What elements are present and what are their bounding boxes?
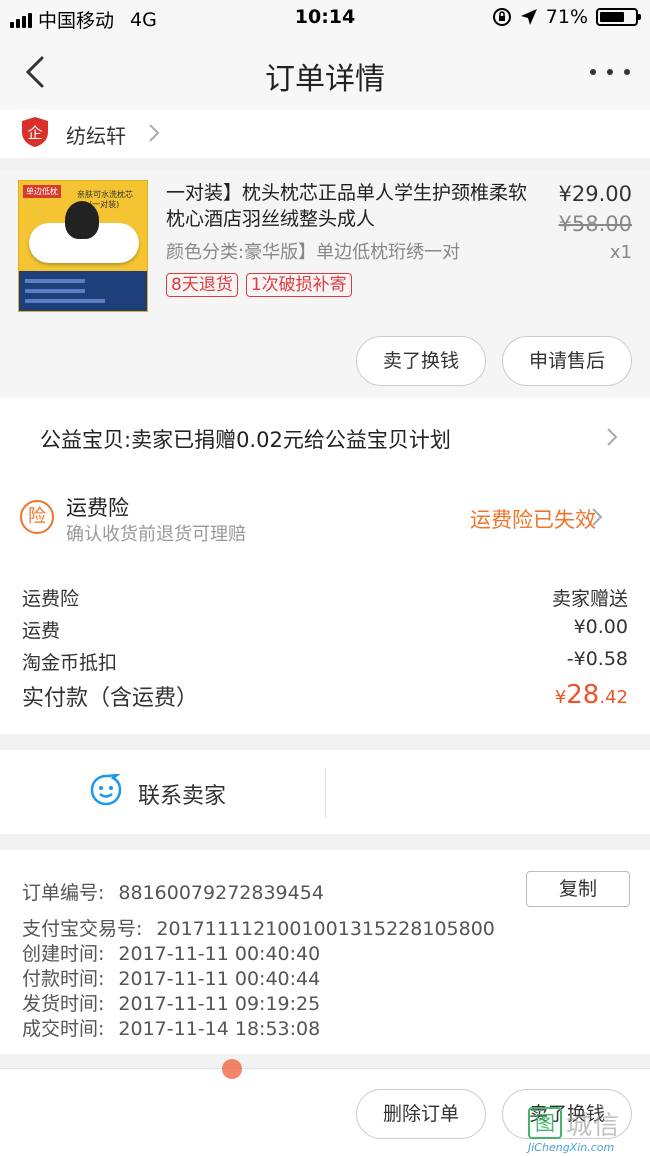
created-line: 创建时间: 2017-11-11 00:40:40 [22, 939, 320, 966]
location-icon [520, 9, 537, 25]
product-title[interactable]: 一对装】枕头枕芯正品单人学生护颈椎柔软枕心酒店羽丝绒整头成人 [166, 180, 532, 232]
sell-button[interactable]: 卖了换钱 [356, 336, 486, 386]
shop-name: 纺纭轩 [66, 124, 126, 148]
chat-face-icon [90, 774, 122, 806]
total-label: 实付款（含运费） [22, 686, 199, 711]
insurance-title: 运费险 [66, 496, 129, 520]
chevron-right-icon [607, 428, 618, 446]
footer-bar: 删除订单 卖了换钱 图 城信 JiChengXin.com [0, 1059, 650, 1156]
cost-value: 卖家赠送 [551, 588, 628, 610]
total-integer: 28 [566, 680, 600, 710]
tag-return: 8天退货 [166, 273, 238, 297]
partial-icon [222, 1059, 242, 1079]
created-label: 创建时间: [22, 943, 105, 965]
completed-label: 成交时间: [22, 1018, 105, 1040]
after-sale-button[interactable]: 申请售后 [502, 336, 632, 386]
charity-row[interactable]: 公益宝贝:卖家已捐赠0.02元给公益宝贝计划 [0, 398, 650, 476]
order-number: 88160079272839454 [118, 882, 324, 904]
battery-level [600, 12, 625, 22]
insurance-status: 运费险已失效 [470, 508, 596, 532]
order-item[interactable]: 单边低枕 亲肤可水洗枕芯 (一对装) 一对装】枕头枕芯正品单人学生护颈椎柔软枕心… [0, 170, 650, 398]
product-thumbnail[interactable]: 单边低枕 亲肤可水洗枕芯 (一对装) [18, 180, 148, 312]
cost-label: 运费 [22, 620, 61, 642]
watermark: 图 城信 JiChengXin.com [528, 1105, 644, 1154]
delete-order-button[interactable]: 删除订单 [356, 1089, 486, 1139]
alipay-line: 支付宝交易号: 2017111121001001315228105800 [22, 914, 495, 941]
completed-line: 成交时间: 2017-11-14 18:53:08 [22, 1014, 320, 1041]
contact-seller-label: 联系卖家 [138, 784, 227, 809]
product-spec: 颜色分类:豪华版】单边低枕珩绣一对 [166, 242, 461, 263]
alipay-label: 支付宝交易号: [22, 918, 143, 940]
shop-row[interactable]: 企 纺纭轩 [0, 110, 650, 158]
rotation-lock-icon [492, 8, 511, 26]
total-value: ¥28.42 [555, 680, 628, 710]
contact-section: 联系卖家 [0, 750, 650, 834]
watermark-logo-icon: 图 [528, 1107, 562, 1139]
thumb-label: 单边低枕 [23, 185, 61, 198]
shipped-line: 发货时间: 2017-11-11 09:19:25 [22, 989, 320, 1016]
svg-text:企: 企 [27, 124, 42, 142]
page-title: 订单详情 [265, 62, 385, 97]
cost-breakdown: 运费险 卖家赠送 运费 ¥0.00 淘金币抵扣 -¥0.58 实付款（含运费） … [0, 564, 650, 734]
thumb-info-band [19, 271, 147, 311]
cost-value: ¥0.00 [573, 616, 628, 638]
watermark-url: JiChengXin.com [528, 1141, 615, 1154]
item-price: ¥29.00 [558, 182, 632, 206]
total-currency: ¥ [554, 687, 567, 708]
copy-button[interactable]: 复制 [526, 871, 630, 907]
contact-seller-button[interactable]: 联系卖家 [0, 750, 325, 834]
divider [325, 768, 326, 818]
chevron-right-icon [149, 124, 160, 142]
paid-label: 付款时间: [22, 968, 105, 990]
shipping-insurance-row[interactable]: 险 运费险 确认收货前退货可理赔 运费险已失效 [0, 476, 650, 564]
paid-time: 2017-11-11 00:40:44 [118, 968, 321, 990]
status-right: 71% [492, 6, 641, 28]
insurance-icon: 险 [20, 500, 54, 534]
status-bar: 中国移动 4G 10:14 71% [0, 0, 650, 36]
chevron-right-icon [592, 508, 603, 526]
shipped-time: 2017-11-11 09:19:25 [118, 993, 321, 1015]
item-quantity: x1 [609, 242, 632, 263]
battery-percent: 71% [545, 6, 588, 28]
created-time: 2017-11-11 00:40:40 [118, 943, 321, 965]
charity-text: 公益宝贝:卖家已捐赠0.02元给公益宝贝计划 [40, 428, 451, 452]
nav-bar: 订单详情 [0, 36, 650, 110]
cost-label: 淘金币抵扣 [22, 652, 118, 674]
cost-label: 运费险 [22, 588, 80, 610]
service-tags: 8天退货 1次破损补寄 [166, 273, 352, 297]
more-dots-icon[interactable] [590, 62, 630, 82]
head-shape [65, 201, 99, 239]
watermark-text: 城信 [566, 1111, 621, 1141]
insurance-desc: 确认收货前退货可理赔 [66, 524, 246, 545]
total-decimal: .42 [599, 687, 628, 708]
tag-damage: 1次破损补寄 [245, 273, 352, 297]
completed-time: 2017-11-14 18:53:08 [118, 1018, 321, 1040]
alipay-number: 2017111121001001315228105800 [156, 918, 495, 940]
cost-value: -¥0.58 [566, 648, 628, 670]
battery-icon [596, 8, 641, 26]
shipped-label: 发货时间: [22, 993, 105, 1015]
item-original-price: ¥58.00 [558, 212, 632, 236]
order-info: 订单编号: 88160079272839454 复制 支付宝交易号: 2017111… [0, 850, 650, 1054]
order-number-line: 订单编号: 88160079272839454 [22, 878, 324, 905]
shop-badge-icon: 企 [22, 117, 48, 147]
order-number-label: 订单编号: [22, 882, 105, 904]
paid-line: 付款时间: 2017-11-11 00:40:44 [22, 964, 320, 991]
